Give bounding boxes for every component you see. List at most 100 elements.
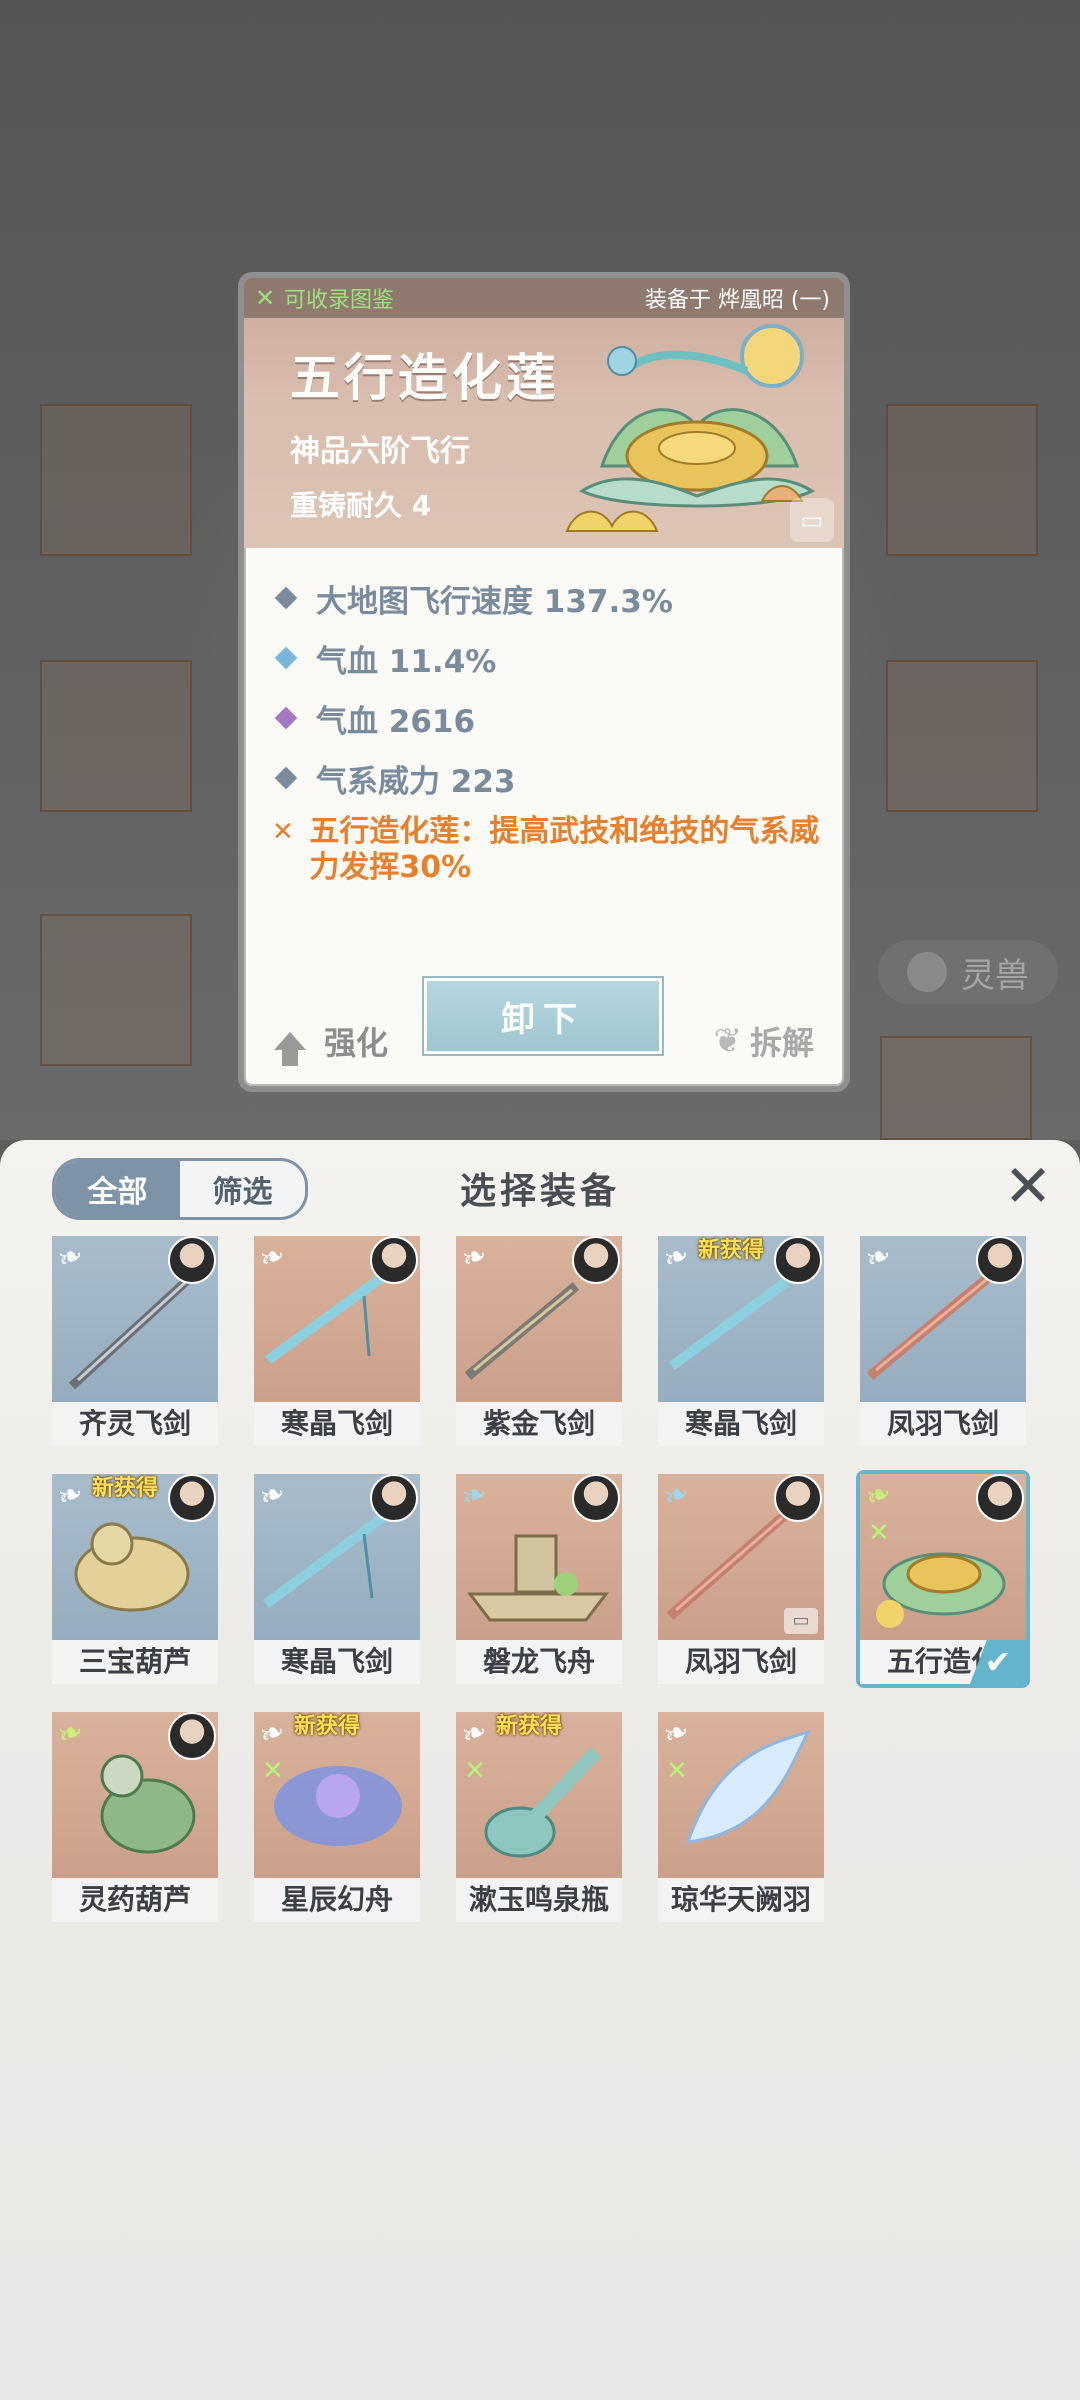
equipment-name: 灵药葫芦 <box>52 1878 218 1922</box>
effect-icon: ✕ <box>272 817 294 847</box>
background-equip-slot <box>40 914 192 1066</box>
collect-icon: ✕ <box>666 1756 688 1786</box>
lock-icon[interactable]: ▭ <box>790 498 834 542</box>
item-detail-header: ✕ 可收录图鉴 装备于 烨凰昭 (一) 五行造化莲 神品六阶飞行 重铸耐久 4 … <box>244 278 844 548</box>
stat-text: 大地图飞行速度 137.3% <box>316 583 673 620</box>
effect-text: 五行造化莲：提高武技和绝技的气系威力发挥30% <box>309 814 820 885</box>
diamond-icon <box>274 766 298 790</box>
avatar <box>370 1236 418 1284</box>
collectible-badge: ✕ 可收录图鉴 <box>252 282 394 314</box>
panel-header: 全部 筛选 选择装备 ✕ <box>0 1140 1080 1236</box>
diamond-icon <box>274 586 298 610</box>
equipment-name: 凤羽飞剑 <box>860 1402 1026 1446</box>
avatar <box>168 1474 216 1522</box>
equipment-art: ❧ <box>254 1236 420 1402</box>
unequip-button[interactable]: 卸下 <box>424 978 662 1054</box>
dismantle-label: 拆解 <box>749 1024 814 1062</box>
avatar <box>168 1712 216 1760</box>
item-title: 五行造化莲 <box>290 349 560 407</box>
item-stats: 大地图飞行速度 137.3% 气血 11.4% 气血 2616 气系威力 223… <box>272 568 832 886</box>
avatar <box>976 1236 1024 1284</box>
collect-label: 可收录图鉴 <box>284 288 395 313</box>
stat-row: 气血 11.4% <box>272 628 832 688</box>
equipment-card[interactable]: ❧ 齐灵飞剑 <box>52 1236 218 1446</box>
stat-row: 大地图飞行速度 137.3% <box>272 568 832 628</box>
equipment-card[interactable]: ❧ 磐龙飞舟 <box>456 1474 622 1684</box>
avatar <box>168 1236 216 1284</box>
stat-row: 气血 2616 <box>272 688 832 748</box>
equipment-art: ❧ ▭ <box>658 1474 824 1640</box>
equipment-card-selected[interactable]: ❧ ✕ 五行造化 ✔ <box>860 1474 1026 1684</box>
equipment-art: ❧ <box>860 1236 1026 1402</box>
equipment-card[interactable]: ❧ 新获得 ✕ 星辰幻舟 <box>254 1712 420 1922</box>
feather-icon: ❦ <box>713 1021 742 1061</box>
stat-text: 气血 11.4% <box>316 643 497 680</box>
equipment-art: ❧ <box>456 1236 622 1402</box>
equipment-card[interactable]: ❧ 寒晶飞剑 <box>254 1474 420 1684</box>
background-equip-slot <box>40 404 192 556</box>
equipment-name: 寒晶飞剑 <box>658 1402 824 1446</box>
equipment-art: ❧ <box>52 1236 218 1402</box>
equipment-art: ❧ ✕ <box>860 1474 1026 1640</box>
new-badge: 新获得 <box>698 1238 765 1263</box>
equipment-card[interactable]: ❧ ▭ 凤羽飞剑 <box>658 1474 824 1684</box>
new-badge: 新获得 <box>496 1714 563 1739</box>
diamond-icon <box>274 706 298 730</box>
equipment-name: 三宝葫芦 <box>52 1640 218 1684</box>
equipment-name: 星辰幻舟 <box>254 1878 420 1922</box>
special-effect: ✕ 五行造化莲：提高武技和绝技的气系威力发挥30% <box>272 814 832 886</box>
equipment-card[interactable]: ❧ 新获得 ✕ 漱玉鸣泉瓶 <box>456 1712 622 1922</box>
dismantle-button[interactable]: ❦ 拆解 <box>713 1018 814 1064</box>
equipment-art: ❧ 新获得 <box>658 1236 824 1402</box>
stat-text: 气血 2616 <box>316 703 476 740</box>
equipment-card[interactable]: ❧ 灵药葫芦 <box>52 1712 218 1922</box>
equipment-name: 琼华天阙羽 <box>658 1878 824 1922</box>
equipment-name: 凤羽飞剑 <box>658 1640 824 1684</box>
collect-icon: ✕ <box>868 1518 890 1548</box>
equipment-art: ❧ <box>456 1474 622 1640</box>
equipped-on-label: 装备于 烨凰昭 (一) <box>644 288 830 313</box>
strengthen-button[interactable]: 强化 <box>274 1018 389 1066</box>
new-badge: 新获得 <box>294 1714 361 1739</box>
background-equip-slot <box>886 404 1038 556</box>
strengthen-label: 强化 <box>324 1024 389 1062</box>
equipment-card[interactable]: ❧ 紫金飞剑 <box>456 1236 622 1446</box>
item-detail-topbar: ✕ 可收录图鉴 装备于 烨凰昭 (一) <box>244 278 844 318</box>
equipment-art: ❧ <box>52 1712 218 1878</box>
collect-icon: ✕ <box>262 1756 284 1786</box>
equipment-card[interactable]: ❧ 新获得 寒晶飞剑 <box>658 1236 824 1446</box>
spirit-beast-icon <box>907 952 947 992</box>
equipment-card[interactable]: ❧ 寒晶飞剑 <box>254 1236 420 1446</box>
item-grade: 神品六阶飞行 <box>290 434 470 469</box>
new-badge: 新获得 <box>92 1476 159 1501</box>
avatar <box>370 1474 418 1522</box>
select-equipment-panel: 全部 筛选 选择装备 ✕ ❧ 齐灵飞剑 ❧ 寒晶飞剑 ❧ 紫金飞剑 ❧ 新获得 … <box>0 1140 1080 2400</box>
item-detail-popup: ✕ 可收录图鉴 装备于 烨凰昭 (一) 五行造化莲 神品六阶飞行 重铸耐久 4 … <box>238 272 850 1092</box>
spirit-beast-label: 灵兽 <box>961 955 1029 996</box>
panel-title: 选择装备 <box>459 1171 620 1212</box>
avatar <box>774 1474 822 1522</box>
avatar <box>774 1236 822 1284</box>
equipment-card[interactable]: ❧ 新获得 三宝葫芦 <box>52 1474 218 1684</box>
background-equip-slot <box>880 1036 1032 1140</box>
equipment-art: ❧ 新获得 ✕ <box>254 1712 420 1878</box>
stat-text: 气系威力 223 <box>316 763 516 800</box>
collect-icon: ✕ <box>464 1756 486 1786</box>
background-equip-slot <box>886 660 1038 812</box>
equipment-art: ❧ <box>254 1474 420 1640</box>
equipment-card[interactable]: ❧ 凤羽飞剑 <box>860 1236 1026 1446</box>
equipment-art: ❧ 新获得 ✕ <box>456 1712 622 1878</box>
equipment-card[interactable]: ❧ ✕ 琼华天阙羽 <box>658 1712 824 1922</box>
equipment-name: 寒晶飞剑 <box>254 1640 420 1684</box>
equipment-name: 紫金飞剑 <box>456 1402 622 1446</box>
avatar <box>572 1474 620 1522</box>
avatar <box>976 1474 1024 1522</box>
equipment-art: ❧ 新获得 <box>52 1474 218 1640</box>
lock-icon: ▭ <box>784 1608 818 1634</box>
stat-row: 气系威力 223 <box>272 748 832 808</box>
equipment-name: 磐龙飞舟 <box>456 1640 622 1684</box>
spirit-beast-button[interactable]: 灵兽 <box>878 940 1058 1004</box>
close-icon[interactable]: ✕ <box>998 1156 1058 1216</box>
equipment-name: 寒晶飞剑 <box>254 1402 420 1446</box>
equipment-name: 齐灵飞剑 <box>52 1402 218 1446</box>
